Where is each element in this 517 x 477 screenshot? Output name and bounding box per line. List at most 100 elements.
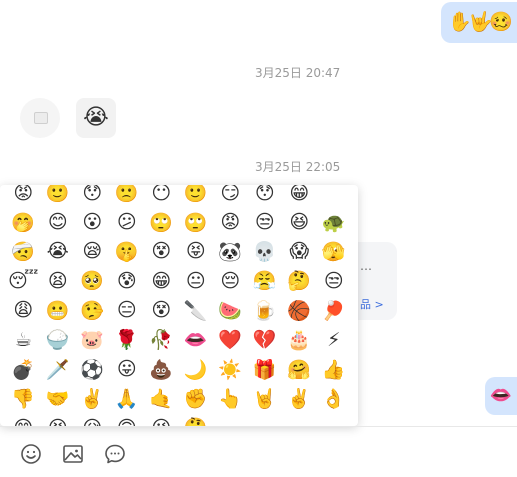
sent-emoji-message: 👄 — [485, 377, 517, 415]
emoji-option[interactable]: ✊ — [179, 384, 214, 413]
emoji-option[interactable]: 😐 — [179, 266, 214, 295]
emoji-option[interactable]: 👍 — [317, 355, 352, 384]
emoji-option[interactable]: 😪 — [75, 237, 110, 266]
emoji-option[interactable]: 🫣 — [317, 237, 352, 266]
emoji-row: 👎 🤝 ✌️ 🙏 🤙 ✊ 👆 🤘 ✌️ 👌 — [0, 384, 358, 413]
emoji-option[interactable]: 🤔 — [282, 266, 317, 295]
emoji-option[interactable]: 🍺 — [248, 296, 283, 325]
emoji-option[interactable]: 🙃 — [110, 413, 145, 426]
emoji-option[interactable]: 🙄 — [179, 208, 214, 237]
emoji-option[interactable]: 😛 — [110, 355, 145, 384]
emoji-option[interactable]: 🗡️ — [41, 355, 76, 384]
emoji-row: 🤕 😭 😪 🤫 😵 😝 🐼 💀 😱 🫣 — [0, 237, 358, 266]
emoji-option[interactable]: 🙂 — [179, 185, 214, 207]
emoji-option[interactable]: 😒 — [317, 266, 352, 295]
emoji-option[interactable]: 🤭 — [6, 208, 41, 237]
emoji-option[interactable]: 🏀 — [282, 296, 317, 325]
emoji-option[interactable]: 😑 — [110, 296, 145, 325]
chat-more-button[interactable] — [103, 442, 127, 466]
emoji-option[interactable]: 🤕 — [6, 237, 41, 266]
emoji-option[interactable]: 😊 — [41, 208, 76, 237]
emoji-option[interactable]: ❤️ — [213, 325, 248, 354]
emoji-option[interactable]: 😵 — [144, 237, 179, 266]
emoji-option[interactable]: 😡 — [6, 185, 41, 207]
emoji-option[interactable]: 😥 — [75, 413, 110, 426]
emoji-option[interactable]: 😁 — [282, 185, 317, 207]
emoji-option[interactable]: 🎁 — [248, 355, 283, 384]
emoji-option[interactable]: 💔 — [248, 325, 283, 354]
emoji-button[interactable] — [19, 442, 43, 466]
emoji-option[interactable]: 😭 — [41, 237, 76, 266]
emoji-option[interactable]: 👎 — [6, 384, 41, 413]
emoji-option[interactable]: 😕 — [110, 208, 145, 237]
emoji-option[interactable]: ⚡ — [317, 325, 352, 354]
emoji-option[interactable]: 💀 — [248, 237, 283, 266]
emoji-row: 😴 😫 🥺 😰 😁 😐 😔 😤 🤔 😒 — [0, 266, 358, 295]
emoji-option[interactable]: 😱 — [282, 237, 317, 266]
emoji-option[interactable]: 😆 — [282, 208, 317, 237]
emoji-option[interactable]: 🙄 — [144, 208, 179, 237]
emoji-option[interactable]: 🤥 — [75, 296, 110, 325]
sent-emoji-message: ✋🤟🥴 — [441, 2, 517, 43]
emoji-option[interactable]: 😯 — [75, 185, 110, 207]
emoji-option[interactable]: 👄 — [179, 325, 214, 354]
emoji-option[interactable]: 😶 — [144, 185, 179, 207]
emoji-option[interactable]: 🌙 — [179, 355, 214, 384]
emoji-option[interactable]: 🤗 — [282, 355, 317, 384]
emoji-option[interactable]: 🌹 — [110, 325, 145, 354]
emoji-option[interactable]: 🥺 — [75, 266, 110, 295]
emoji-option[interactable]: 🐷 — [75, 325, 110, 354]
emoji-option[interactable]: 😫 — [41, 266, 76, 295]
emoji-option[interactable]: 😒 — [248, 208, 283, 237]
timestamp: 3月25日 22:05 — [255, 160, 341, 174]
emoji-option[interactable]: ☀️ — [213, 355, 248, 384]
emoji-option[interactable]: 🙁 — [110, 185, 145, 207]
emoji-option[interactable]: 🥀 — [144, 325, 179, 354]
image-button[interactable] — [61, 442, 85, 466]
emoji-option[interactable]: 😜 — [144, 413, 179, 426]
emoji-picker-panel: 😡 🙂 😯 🙁 😶 🙂 😏 😯 😁 🤭 😊 😮 😕 🙄 🙄 😡 😒 😆 🐢 🤕 😭 😪 🤫 😵 😝 🐼 💀 😱 🫣 😴 😫 🥺 😰 😁 😐 😔 😤 🤔 😒 😩… — [0, 185, 358, 426]
emoji-option[interactable]: 🤔 — [179, 413, 214, 426]
emoji-option[interactable]: 🙂 — [41, 185, 76, 207]
emoji-option[interactable]: 😊 — [6, 413, 41, 426]
emoji-option[interactable]: 💣 — [6, 355, 41, 384]
emoji-option[interactable]: ✌️ — [282, 384, 317, 413]
emoji-option[interactable]: 😮 — [75, 208, 110, 237]
emoji-option[interactable]: 😯 — [248, 185, 283, 207]
emoji-option[interactable]: 💩 — [144, 355, 179, 384]
emoji-option[interactable]: 🤫 — [110, 237, 145, 266]
emoji-option[interactable]: 👌 — [317, 384, 352, 413]
emoji-option[interactable]: 😝 — [179, 237, 214, 266]
emoji-option[interactable]: 😴 — [6, 266, 41, 295]
contact-avatar[interactable] — [20, 98, 60, 138]
emoji-option[interactable]: 👆 — [213, 384, 248, 413]
emoji-option[interactable]: 😵 — [144, 296, 179, 325]
product-card-link[interactable]: 品 > — [360, 296, 384, 312]
emoji-option[interactable]: 🤝 — [41, 384, 76, 413]
emoji-option[interactable]: 😁 — [144, 266, 179, 295]
emoji-option[interactable]: 😡 — [213, 208, 248, 237]
emoji-option[interactable]: 🍚 — [41, 325, 76, 354]
emoji-row: 🤭 😊 😮 😕 🙄 🙄 😡 😒 😆 🐢 — [0, 207, 358, 236]
emoji-option[interactable]: 🤘 — [248, 384, 283, 413]
emoji-row: ☕ 🍚 🐷 🌹 🥀 👄 ❤️ 💔 🎂 ⚡ — [0, 325, 358, 354]
emoji-option[interactable]: 😆 — [41, 413, 76, 426]
emoji-option[interactable]: 😤 — [248, 266, 283, 295]
emoji-option[interactable]: ⚽ — [75, 355, 110, 384]
emoji-option[interactable]: 😏 — [213, 185, 248, 207]
emoji-option[interactable]: 🐼 — [213, 237, 248, 266]
emoji-option[interactable]: 🎂 — [282, 325, 317, 354]
received-emoji-message: 😭 — [76, 98, 116, 138]
emoji-option[interactable]: 🔪 — [179, 296, 214, 325]
emoji-option[interactable]: 😬 — [41, 296, 76, 325]
emoji-option[interactable]: 🏓 — [317, 296, 352, 325]
emoji-option[interactable]: 🐢 — [317, 208, 352, 237]
emoji-option[interactable]: 😩 — [6, 296, 41, 325]
emoji-option[interactable]: 😔 — [213, 266, 248, 295]
emoji-option[interactable]: 🍉 — [213, 296, 248, 325]
emoji-option[interactable]: 🙏 — [110, 384, 145, 413]
emoji-option[interactable]: 🤙 — [144, 384, 179, 413]
emoji-option[interactable]: ☕ — [6, 325, 41, 354]
emoji-option[interactable]: 😰 — [110, 266, 145, 295]
emoji-option[interactable]: ✌️ — [75, 384, 110, 413]
